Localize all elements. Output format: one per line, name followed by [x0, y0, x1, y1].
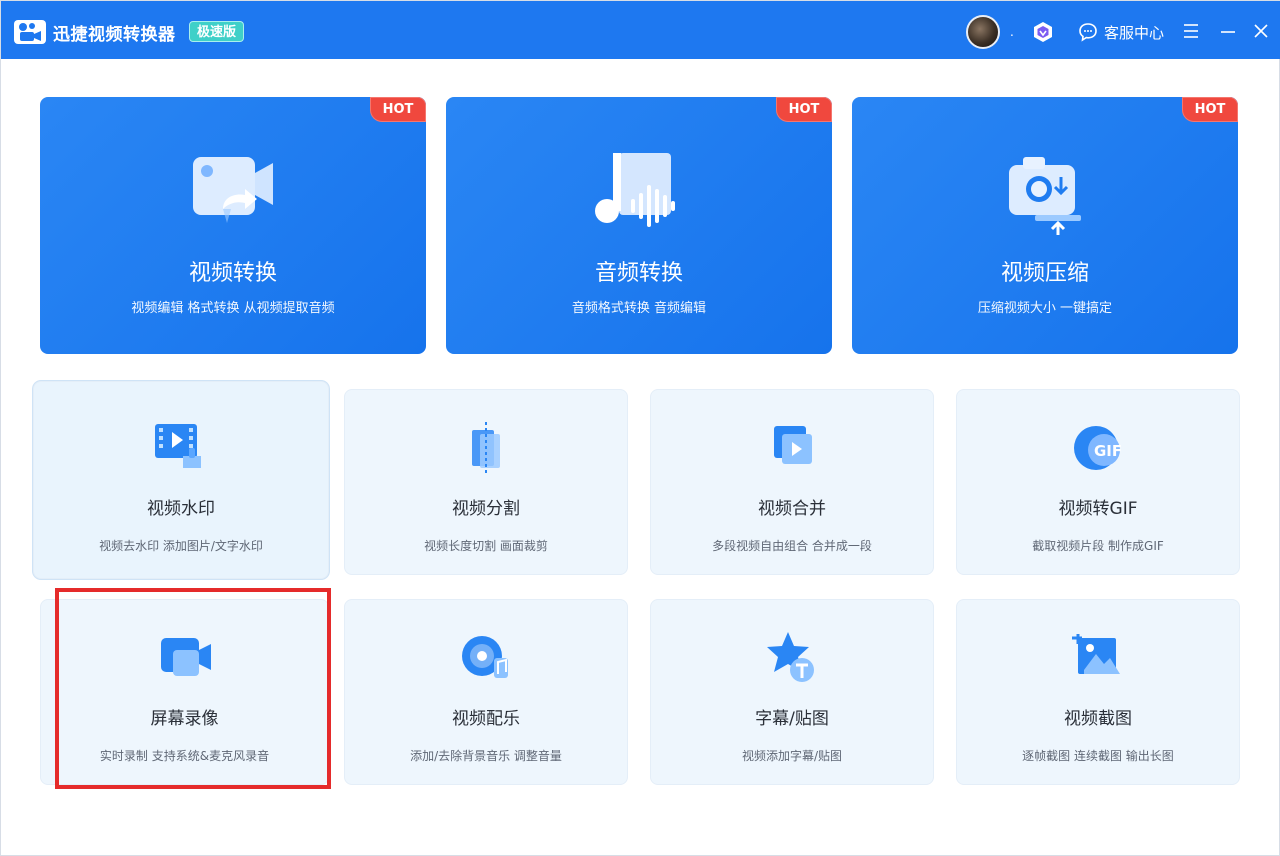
feature-title: 视频截图: [1064, 709, 1132, 729]
card-subtitle: 视频编辑 格式转换 从视频提取音频: [131, 301, 335, 316]
card-title: 视频转换: [188, 261, 277, 286]
user-avatar[interactable]: [966, 15, 1000, 49]
customer-service-button[interactable]: 客服中心: [1078, 21, 1164, 43]
feature-title: 视频分割: [452, 499, 520, 519]
merge-card[interactable]: 视频合并 多段视频自由组合 合并成一段: [650, 389, 934, 575]
feature-subtitle: 视频去水印 添加图片/文字水印: [99, 539, 263, 553]
feature-subtitle: 逐帧截图 连续截图 输出长图: [1022, 749, 1174, 763]
feature-title: 视频配乐: [452, 709, 520, 729]
chat-bubble-icon: [1079, 23, 1097, 42]
customer-service-label: 客服中心: [1104, 23, 1165, 42]
watermark-card[interactable]: 视频水印 视频去水印 添加图片/文字水印: [33, 381, 329, 579]
screenshot-icon: [1072, 634, 1120, 674]
merge-icon: [774, 426, 812, 464]
app-logo-icon: [14, 20, 46, 44]
screenshot-card[interactable]: 视频截图 逐帧截图 连续截图 输出长图: [956, 599, 1240, 785]
feature-title: 字幕/贴图: [755, 709, 829, 729]
screen-record-card[interactable]: 屏幕录像 实时录制 支持系统&麦克风录音: [40, 599, 329, 785]
screen-record-icon: [160, 638, 211, 676]
audio-convert-icon: [595, 153, 675, 227]
card-subtitle: 压缩视频大小 一键搞定: [977, 301, 1113, 316]
feature-subtitle: 多段视频自由组合 合并成一段: [712, 539, 872, 553]
hot-tag: HOT: [370, 97, 426, 122]
app-title: 迅捷视频转换器: [53, 25, 176, 45]
card-title: 视频压缩: [1000, 261, 1089, 286]
split-card[interactable]: 视频分割 视频长度切割 画面裁剪: [344, 389, 628, 575]
feature-subtitle: 实时录制 支持系统&麦克风录音: [99, 749, 270, 763]
feature-subtitle: 添加/去除背景音乐 调整音量: [410, 749, 562, 763]
audio-convert-card[interactable]: HOT 音频转换 音频格式转换 音频编辑: [446, 97, 832, 354]
edition-badge: 极速版: [189, 21, 245, 42]
card-subtitle: 音频格式转换 音频编辑: [571, 301, 707, 316]
app-window: 迅捷视频转换器 极速版 . 客服中心 HOT 视频转换 视频编辑 格式转换 从视…: [0, 0, 1280, 856]
subtitle-sticker-icon: [767, 632, 814, 682]
video-convert-icon: [193, 157, 273, 223]
feature-title: 视频水印: [147, 499, 215, 519]
feature-title: 视频合并: [758, 499, 826, 519]
subtitle-sticker-card[interactable]: 字幕/贴图 视频添加字幕/贴图: [650, 599, 934, 785]
feature-subtitle: 截取视频片段 制作成GIF: [1032, 539, 1164, 553]
svg-text:GIF: GIF: [1094, 442, 1122, 460]
menu-icon[interactable]: [1182, 22, 1200, 40]
feature-subtitle: 视频添加字幕/贴图: [741, 749, 843, 763]
hot-tag: HOT: [1182, 97, 1238, 122]
gif-icon: GIF: [1074, 426, 1122, 470]
split-icon: [472, 422, 500, 476]
gif-card[interactable]: GIF 视频转GIF 截取视频片段 制作成GIF: [956, 389, 1240, 575]
video-compress-card[interactable]: HOT 视频压缩 压缩视频大小 一键搞定: [852, 97, 1238, 354]
hot-tag: HOT: [776, 97, 832, 122]
video-convert-card[interactable]: HOT 视频转换 视频编辑 格式转换 从视频提取音频: [40, 97, 426, 354]
card-title: 音频转换: [594, 261, 683, 286]
feature-subtitle: 视频长度切割 画面裁剪: [424, 539, 548, 553]
music-card[interactable]: 视频配乐 添加/去除背景音乐 调整音量: [344, 599, 628, 785]
vip-icon[interactable]: [1032, 21, 1054, 43]
watermark-icon: [155, 424, 201, 468]
video-compress-icon: [1009, 157, 1081, 235]
feature-title: 视频转GIF: [1058, 499, 1138, 519]
close-icon[interactable]: [1252, 22, 1270, 40]
title-bar: 迅捷视频转换器 极速版 . 客服中心: [1, 1, 1280, 59]
feature-title: 屏幕录像: [150, 709, 219, 729]
minimize-icon[interactable]: [1219, 22, 1237, 40]
username-text: .: [1010, 25, 1014, 39]
music-icon: [462, 636, 508, 678]
